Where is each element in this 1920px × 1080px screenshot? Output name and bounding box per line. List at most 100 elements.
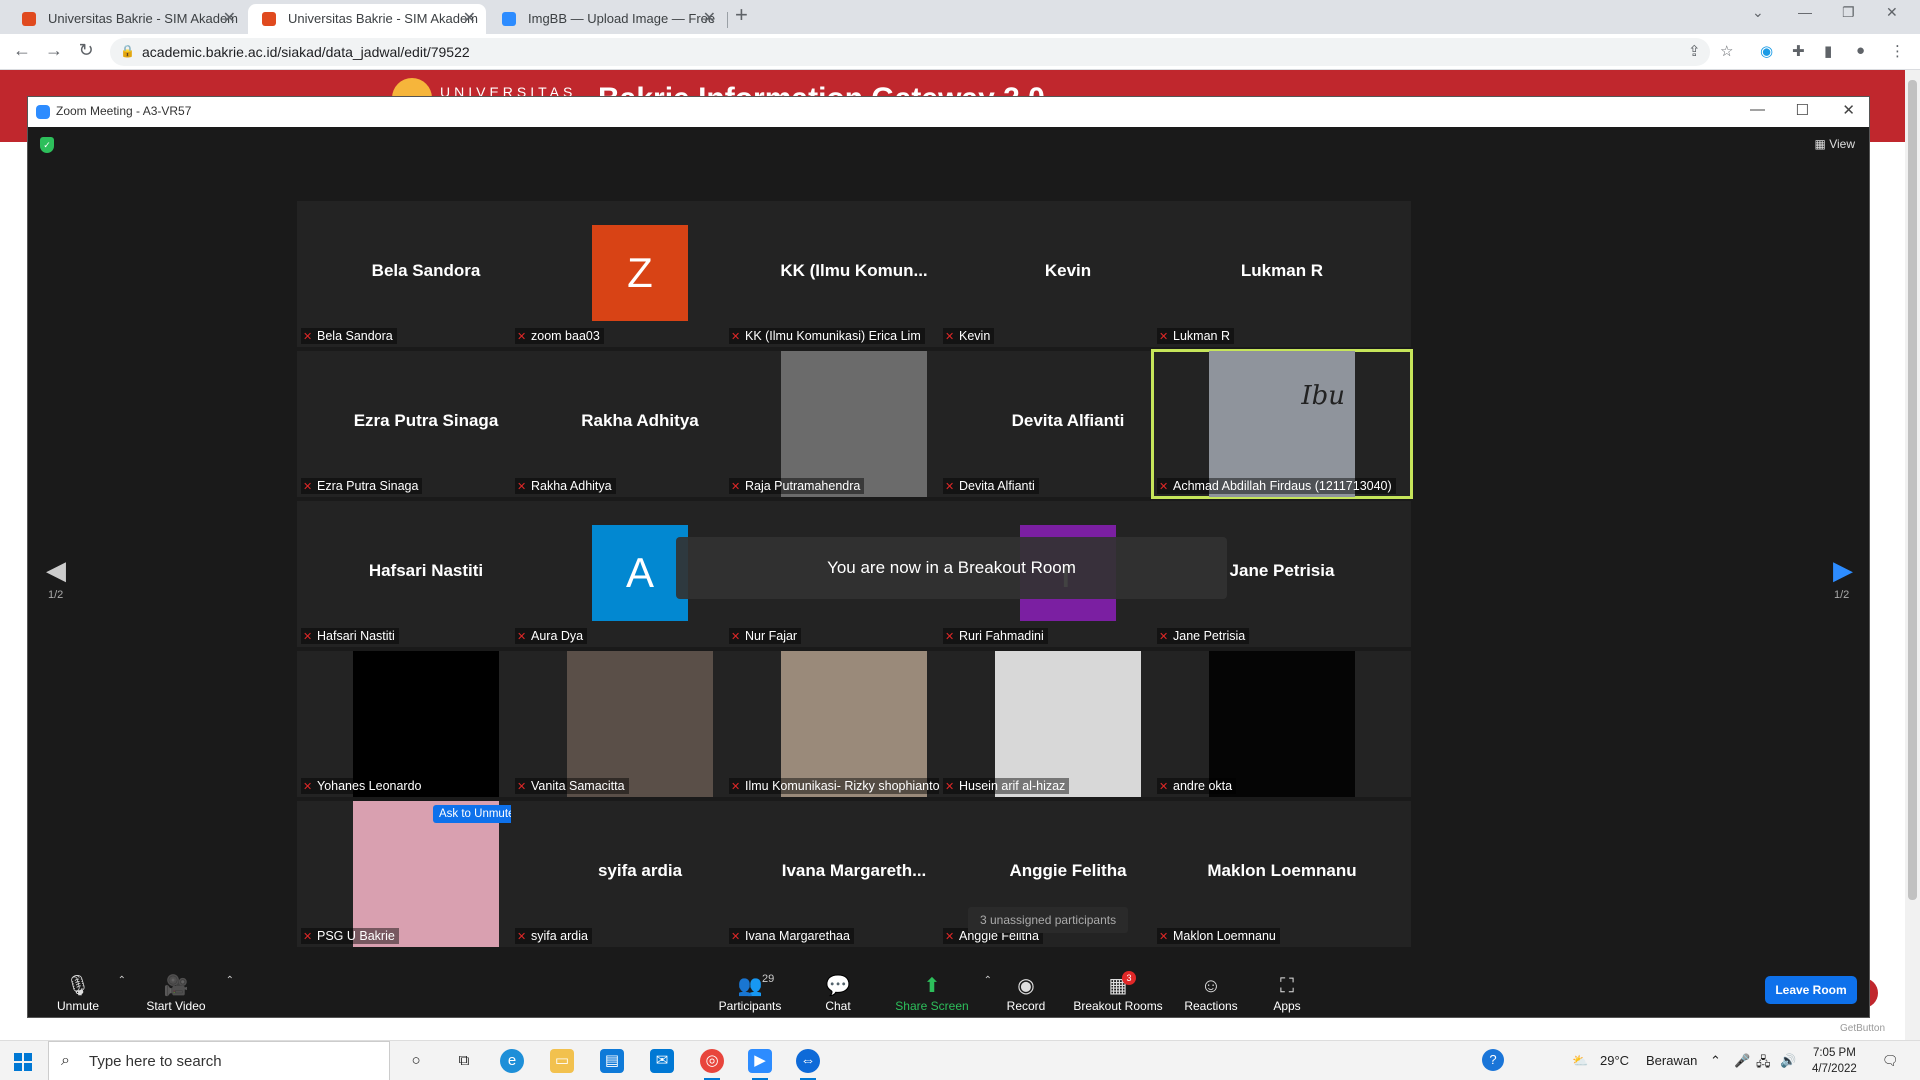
cortana-icon[interactable]: ○ bbox=[404, 1049, 428, 1073]
taskbar-clock[interactable]: 7:05 PM 4/7/2022 bbox=[1812, 1045, 1857, 1077]
teamviewer-icon[interactable]: ⇔ bbox=[796, 1049, 820, 1080]
participant-name-label: ✕ Ezra Putra Sinaga bbox=[301, 478, 423, 494]
close-tab-icon[interactable]: ✕ bbox=[463, 4, 476, 34]
browser-tab-1[interactable]: Universitas Bakrie - SIM Akadem ✕ bbox=[8, 4, 246, 34]
unmute-button[interactable]: 🎙 Unmute ⌃ bbox=[48, 973, 126, 1013]
chat-button[interactable]: 💬 Chat bbox=[808, 973, 868, 1013]
back-icon[interactable]: ← bbox=[10, 40, 34, 61]
participant-name-label: ✕ Aura Dya bbox=[515, 628, 588, 644]
reload-icon[interactable]: ↻ bbox=[74, 40, 98, 61]
zoom-icon[interactable]: ▶ bbox=[748, 1049, 772, 1080]
weather-cloud-icon[interactable]: ⛅ bbox=[1572, 1053, 1588, 1069]
help-icon[interactable]: ? bbox=[1482, 1049, 1504, 1071]
chrome-menu-icon[interactable]: ⋮ bbox=[1890, 42, 1905, 60]
participant-tile[interactable]: Ibu ✕ Achmad Abdillah Firdaus (1211713040) bbox=[1151, 349, 1413, 499]
prev-page-arrow-icon[interactable]: ◀ bbox=[46, 555, 66, 586]
participant-tile[interactable]: Maklon Loemnanu ✕ Maklon Loemnanu bbox=[1153, 801, 1411, 947]
task-view-icon[interactable]: ⧉ bbox=[452, 1049, 476, 1073]
mail-icon[interactable]: ✉ bbox=[650, 1049, 674, 1073]
breakout-rooms-button[interactable]: ▦ 3 Breakout Rooms bbox=[1070, 971, 1166, 1013]
microphone-tray-icon[interactable]: 🎤 bbox=[1734, 1053, 1750, 1069]
extensions-puzzle-icon[interactable]: ✚ bbox=[1792, 42, 1805, 60]
reactions-button[interactable]: ☺ Reactions bbox=[1178, 973, 1244, 1013]
reactions-icon: ☺ bbox=[1200, 975, 1222, 997]
participant-tile[interactable]: Lukman R ✕ Lukman R bbox=[1153, 201, 1411, 347]
participant-name-label: ✕ Devita Alfianti bbox=[943, 478, 1039, 494]
zoom-close-icon[interactable]: ✕ bbox=[1842, 101, 1855, 119]
participant-tile[interactable]: ✕ andre okta bbox=[1153, 651, 1411, 797]
participant-display-name: Lukman R bbox=[1240, 261, 1324, 280]
participants-button[interactable]: 👥 29 Participants bbox=[710, 973, 790, 1013]
store-icon[interactable]: ▤ bbox=[600, 1049, 624, 1073]
file-explorer-icon[interactable]: ▭ bbox=[550, 1049, 574, 1073]
minimize-icon[interactable]: — bbox=[1798, 4, 1812, 20]
zoom-maximize-icon[interactable]: ☐ bbox=[1796, 101, 1809, 119]
participant-name-label: ✕ Hafsari Nastiti bbox=[301, 628, 399, 644]
page-scrollbar[interactable] bbox=[1905, 70, 1920, 1040]
scrollbar-thumb[interactable] bbox=[1908, 80, 1917, 900]
profile-avatar-icon[interactable]: ● bbox=[1856, 42, 1865, 59]
network-icon[interactable]: 🖧 bbox=[1756, 1053, 1771, 1075]
participant-name: PSG U Bakrie bbox=[317, 929, 395, 943]
participant-avatar: Z bbox=[592, 225, 688, 321]
encryption-shield-icon[interactable]: ✓ bbox=[40, 137, 54, 153]
apps-button[interactable]: ⛶ Apps bbox=[1260, 973, 1314, 1013]
side-panel-icon[interactable]: ▮ bbox=[1824, 42, 1832, 60]
breakout-toast: You are now in a Breakout Room bbox=[676, 537, 1227, 599]
participants-icon: 👥 bbox=[737, 975, 763, 997]
record-button[interactable]: ◉ Record bbox=[996, 973, 1056, 1013]
close-window-icon[interactable]: ✕ bbox=[1886, 4, 1898, 21]
mic-muted-icon: ✕ bbox=[731, 781, 741, 793]
sim-favicon-icon bbox=[22, 12, 36, 26]
mic-muted-icon: ✕ bbox=[731, 931, 741, 943]
tab-title: ImgBB — Upload Image — Free bbox=[528, 11, 716, 26]
mic-muted-icon: ✕ bbox=[303, 931, 313, 943]
chat-label: Chat bbox=[825, 999, 851, 1013]
record-icon: ◉ bbox=[1017, 975, 1035, 997]
zoom-minimize-icon[interactable]: — bbox=[1750, 101, 1765, 118]
tab-search-icon[interactable]: ⌄ bbox=[1752, 4, 1764, 21]
weather-temp[interactable]: 29°C bbox=[1600, 1053, 1629, 1068]
browser-tab-3[interactable]: ImgBB — Upload Image — Free ✕ bbox=[488, 4, 726, 34]
close-tab-icon[interactable]: ✕ bbox=[703, 4, 716, 34]
share-screen-button[interactable]: ⬆ Share Screen ⌃ bbox=[890, 973, 992, 1013]
chrome-icon[interactable]: ◎ bbox=[700, 1049, 724, 1080]
share-options-caret-icon[interactable]: ⌃ bbox=[984, 975, 992, 986]
ask-to-unmute-button[interactable]: Ask to Unmute bbox=[433, 805, 521, 823]
mic-muted-icon: ✕ bbox=[945, 631, 955, 643]
zoom-titlebar: Zoom Meeting - A3-VR57 — ☐ ✕ bbox=[28, 97, 1869, 127]
new-tab-icon[interactable]: + bbox=[735, 2, 748, 28]
next-page-arrow-icon[interactable]: ▶ bbox=[1833, 555, 1853, 586]
start-video-button[interactable]: 🎥 Start Video ⌃ bbox=[136, 973, 234, 1013]
participant-name: Achmad Abdillah Firdaus (1211713040) bbox=[1173, 479, 1392, 493]
apps-label: Apps bbox=[1273, 999, 1301, 1013]
tray-overflow-icon[interactable]: ⌃ bbox=[1710, 1053, 1721, 1069]
share-icon[interactable]: ⇪ bbox=[1688, 42, 1701, 60]
participant-name: zoom baa03 bbox=[531, 329, 600, 343]
weather-desc[interactable]: Berawan bbox=[1646, 1053, 1697, 1068]
windows-start-icon[interactable] bbox=[14, 1053, 32, 1071]
video-options-caret-icon[interactable]: ⌃ bbox=[226, 975, 234, 986]
browser-tab-2[interactable]: Universitas Bakrie - SIM Akadem ✕ bbox=[248, 4, 486, 34]
taskbar-search[interactable]: ⌕ Type here to search bbox=[48, 1041, 390, 1080]
view-button[interactable]: ▦ View bbox=[1815, 137, 1855, 151]
page-indicator-right: 1/2 bbox=[1834, 589, 1850, 601]
close-tab-icon[interactable]: ✕ bbox=[223, 4, 236, 34]
address-bar[interactable]: 🔒 academic.bakrie.ac.id/siakad/data_jadw… bbox=[110, 38, 1710, 66]
participant-video-frame bbox=[1209, 651, 1355, 797]
browser-tab-strip: Universitas Bakrie - SIM Akadem ✕ Univer… bbox=[0, 0, 1920, 34]
forward-icon[interactable]: → bbox=[42, 40, 66, 61]
audio-options-caret-icon[interactable]: ⌃ bbox=[118, 975, 126, 986]
grid-view-icon: ▦ bbox=[1814, 137, 1830, 151]
restore-icon[interactable]: ❐ bbox=[1842, 4, 1855, 21]
extension-icon[interactable]: ◉ bbox=[1760, 42, 1773, 60]
leave-room-button[interactable]: Leave Room bbox=[1765, 976, 1857, 1004]
edge-icon[interactable]: e bbox=[500, 1049, 524, 1073]
volume-icon[interactable]: 🔊 bbox=[1780, 1053, 1796, 1069]
notifications-icon[interactable]: 🗨 bbox=[1882, 1053, 1899, 1069]
bookmark-star-icon[interactable]: ☆ bbox=[1720, 42, 1733, 60]
chat-icon: 💬 bbox=[825, 975, 851, 997]
getbutton-widget[interactable]: GetButton bbox=[1840, 1023, 1885, 1034]
mic-muted-icon: ✕ bbox=[1159, 481, 1169, 493]
participant-name: Lukman R bbox=[1173, 329, 1230, 343]
